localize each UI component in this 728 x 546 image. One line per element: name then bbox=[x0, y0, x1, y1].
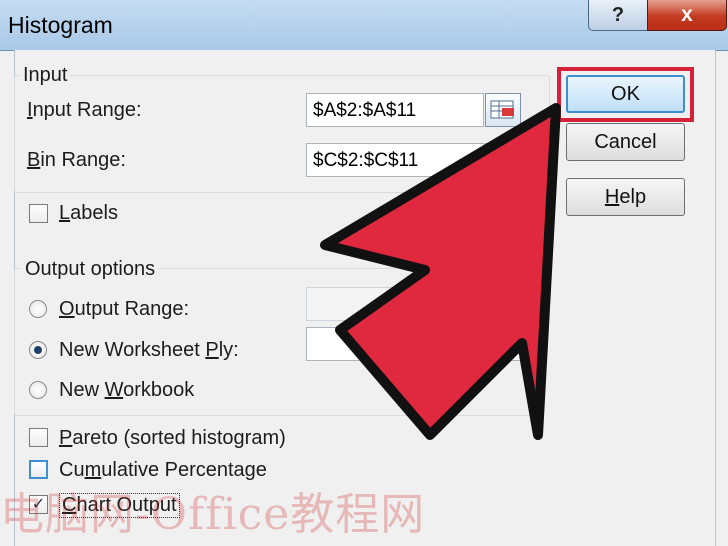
input-range-label: Input Range: bbox=[27, 99, 142, 121]
window-title: Histogram bbox=[8, 12, 113, 38]
ok-highlight-box bbox=[557, 67, 694, 122]
close-icon[interactable]: x bbox=[647, 0, 727, 31]
new-workbook-label: New Workbook bbox=[59, 379, 195, 401]
output-range-field[interactable] bbox=[306, 287, 484, 321]
labels-checkbox-label: Labels bbox=[59, 202, 118, 224]
bin-range-field[interactable]: $C$2:$C$11 bbox=[306, 143, 484, 177]
cumulative-percentage-checkbox[interactable] bbox=[29, 460, 48, 479]
labels-checkbox[interactable] bbox=[29, 204, 48, 223]
pareto-label: Pareto (sorted histogram) bbox=[59, 427, 286, 449]
input-group-legend: Input bbox=[20, 64, 71, 87]
watermark-text: 电脑网-Office教程网 bbox=[0, 489, 426, 540]
new-workbook-radio[interactable] bbox=[29, 381, 47, 399]
help-button[interactable]: Help bbox=[566, 178, 685, 216]
new-worksheet-field[interactable] bbox=[306, 327, 523, 361]
range-select-icon bbox=[490, 100, 514, 119]
cancel-button[interactable]: Cancel bbox=[566, 123, 685, 161]
output-range-radio[interactable] bbox=[29, 300, 47, 318]
help-icon[interactable]: ? bbox=[588, 0, 648, 31]
bin-range-label: Bin Range: bbox=[27, 149, 126, 171]
bin-range-collapse-button[interactable] bbox=[485, 143, 521, 177]
range-select-icon bbox=[490, 150, 514, 169]
input-range-field[interactable]: $A$2:$A$11 bbox=[306, 93, 484, 127]
output-range-label: Output Range: bbox=[59, 298, 190, 320]
title-bar: Histogram ? x bbox=[0, 0, 728, 51]
output-range-collapse-button[interactable] bbox=[485, 287, 521, 321]
input-range-collapse-button[interactable] bbox=[485, 93, 521, 127]
pareto-checkbox[interactable] bbox=[29, 428, 48, 447]
new-worksheet-label: New Worksheet Ply: bbox=[59, 339, 239, 361]
radio-selected-dot bbox=[34, 346, 42, 354]
new-worksheet-radio[interactable] bbox=[29, 341, 47, 359]
output-options-legend: Output options bbox=[22, 258, 159, 281]
